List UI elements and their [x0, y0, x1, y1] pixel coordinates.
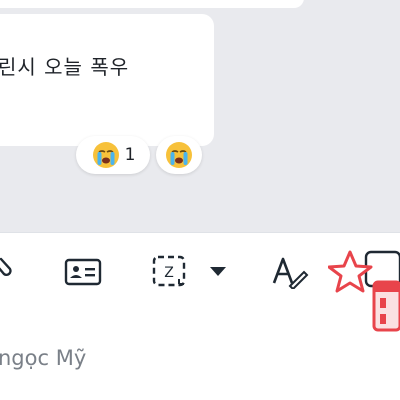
crying-face-emoji-icon — [92, 142, 119, 168]
message-input-placeholder: ngọc Mỹ — [0, 346, 87, 370]
reaction-count: 1 — [124, 145, 136, 165]
paperclip-icon — [0, 257, 12, 277]
send-contact-card-button[interactable] — [63, 233, 103, 309]
svg-text:Z: Z — [164, 265, 174, 281]
crying-face-emoji-icon — [166, 142, 192, 168]
previous-message-bubble[interactable] — [0, 0, 304, 8]
screenshot-crop-icon: Z — [152, 255, 186, 287]
sticker-icon — [327, 250, 400, 332]
text-format-icon — [272, 257, 309, 289]
screenshot-button[interactable]: Z — [150, 233, 192, 309]
contact-card-icon — [64, 258, 102, 286]
reaction-chip[interactable]: 1 — [76, 136, 150, 174]
chevron-down-icon — [210, 267, 226, 276]
screenshot-options-dropdown[interactable] — [205, 233, 231, 309]
chat-messages-area: 린시 오늘 폭우 1 — [0, 0, 400, 232]
attach-file-button[interactable] — [0, 233, 20, 309]
sticker-button[interactable] — [327, 248, 400, 334]
message-bubble[interactable] — [0, 14, 214, 146]
text-format-button[interactable] — [270, 233, 310, 309]
reaction-chip[interactable] — [156, 136, 202, 174]
message-text: 린시 오늘 폭우 — [0, 55, 130, 79]
